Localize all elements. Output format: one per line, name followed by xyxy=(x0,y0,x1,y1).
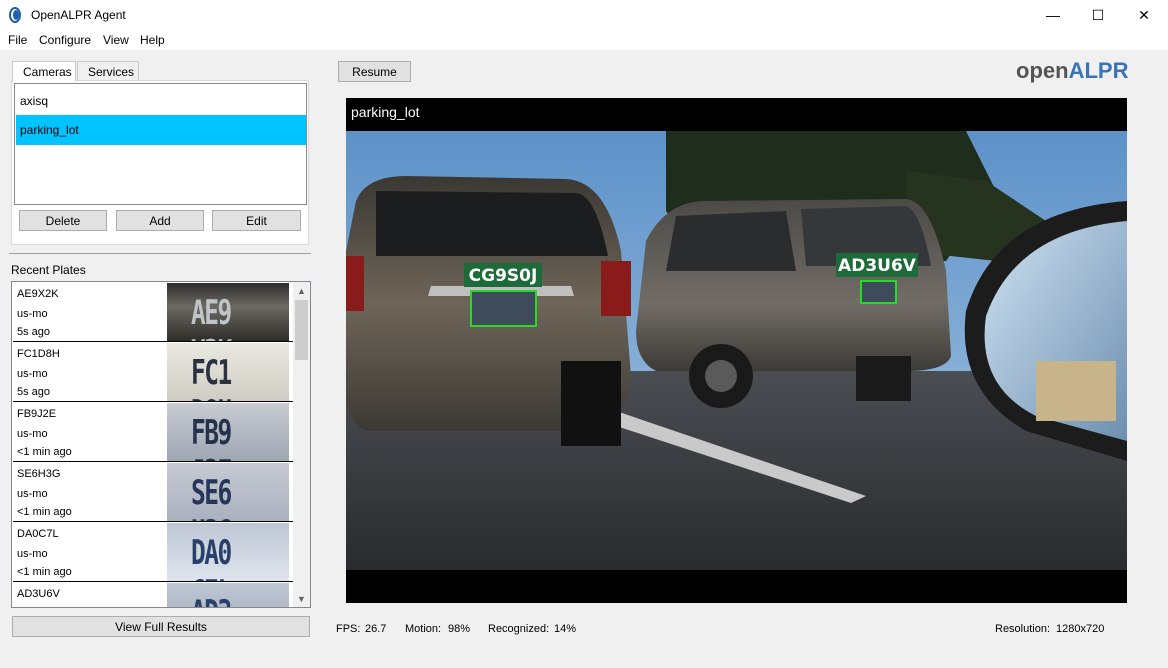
menu-help[interactable]: Help xyxy=(140,33,165,47)
list-item[interactable]: AE9X2K us-mo 5s ago AE9 X2K xyxy=(13,282,293,342)
plate-number: AD3U6V xyxy=(17,588,60,600)
resume-button[interactable]: Resume xyxy=(338,61,411,82)
plate-time: 5s ago xyxy=(17,386,51,398)
title-bar: OpenALPR Agent — ☐ ✕ xyxy=(0,0,1168,30)
plate-number: DA0C7L xyxy=(17,528,59,540)
tab-services[interactable]: Services xyxy=(77,61,139,81)
menu-file[interactable]: File xyxy=(8,33,27,47)
list-item[interactable]: DA0C7L us-mo <1 min ago DA0 C7L xyxy=(13,522,293,582)
minimize-button[interactable]: — xyxy=(1030,0,1076,30)
list-item[interactable]: AD3U6V AD3 U6V xyxy=(13,582,293,607)
window-title: OpenALPR Agent xyxy=(31,8,126,22)
plate-number: AE9X2K xyxy=(17,288,59,300)
plates-scrollbar[interactable]: ▲ ▼ xyxy=(293,282,310,607)
close-icon: ✕ xyxy=(1138,6,1150,23)
app-icon xyxy=(9,7,21,23)
detection-label-1: CG9S0J xyxy=(469,266,538,286)
plate-number: FB9J2E xyxy=(17,408,57,420)
openalpr-logo: openALPR xyxy=(1016,58,1129,83)
plate-crop-image: FC1 D8H xyxy=(167,343,289,401)
camera-name: axisq xyxy=(20,94,49,108)
plate-crop-image: FB9 J2E xyxy=(167,403,289,461)
tab-cameras[interactable]: Cameras xyxy=(12,61,76,82)
scroll-down-icon[interactable]: ▼ xyxy=(293,590,310,607)
video-camera-name: parking_lot xyxy=(351,104,420,120)
video-feed: parking_lot CG9S0J AD3U6V xyxy=(346,98,1127,603)
add-button[interactable]: Add xyxy=(116,210,204,231)
fps-label: FPS: xyxy=(336,623,361,635)
scroll-up-icon[interactable]: ▲ xyxy=(293,282,310,299)
plate-crop-image: DA0 C7L xyxy=(167,523,289,581)
view-full-results-button[interactable]: View Full Results xyxy=(12,616,310,637)
plate-crop-image: SE6 H3G xyxy=(167,463,289,521)
recognized-value: 14% xyxy=(554,623,577,635)
list-item[interactable]: SE6H3G us-mo <1 min ago SE6 H3G xyxy=(13,462,293,522)
plate-time: 5s ago xyxy=(17,326,51,338)
edit-button[interactable]: Edit xyxy=(212,210,301,231)
camera-list[interactable]: axisq parking_lot xyxy=(14,83,307,205)
recent-plates-label: Recent Plates xyxy=(11,263,86,277)
plate-crop-image: AD3 U6V xyxy=(167,583,289,607)
resolution-label: Resolution: xyxy=(995,623,1051,635)
list-item[interactable]: FC1D8H us-mo 5s ago FC1 D8H xyxy=(13,342,293,402)
camera-name: parking_lot xyxy=(20,123,79,137)
maximize-button[interactable]: ☐ xyxy=(1075,0,1121,30)
menu-configure[interactable]: Configure xyxy=(39,33,91,47)
scroll-thumb[interactable] xyxy=(295,300,308,360)
fps-value: 26.7 xyxy=(365,623,387,635)
divider xyxy=(9,253,311,254)
menu-bar: File Configure View Help xyxy=(0,30,1168,50)
plate-number: SE6H3G xyxy=(17,468,61,480)
detection-label-2: AD3U6V xyxy=(838,256,917,276)
resolution-value: 1280x720 xyxy=(1056,623,1105,635)
camera-item-axisq[interactable]: axisq xyxy=(16,86,306,116)
plate-region: us-mo xyxy=(17,428,48,440)
plate-time: <1 min ago xyxy=(17,506,72,518)
plate-region: us-mo xyxy=(17,368,48,380)
plate-number: FC1D8H xyxy=(17,348,60,360)
minimize-icon: — xyxy=(1046,7,1060,23)
delete-button[interactable]: Delete xyxy=(19,210,107,231)
list-item[interactable]: FB9J2E us-mo <1 min ago FB9 J2E xyxy=(13,402,293,462)
motion-label: Motion: xyxy=(405,623,442,635)
plate-region: us-mo xyxy=(17,548,48,560)
recent-plates-list[interactable]: AE9X2K us-mo 5s ago AE9 X2K FC1D8H us-mo… xyxy=(11,281,311,608)
maximize-icon: ☐ xyxy=(1091,6,1105,23)
motion-value: 98% xyxy=(448,623,471,635)
plate-region: us-mo xyxy=(17,308,48,320)
camera-item-parking-lot[interactable]: parking_lot xyxy=(16,115,306,145)
cameras-panel: axisq parking_lot Delete Add Edit xyxy=(11,80,309,245)
plate-region: us-mo xyxy=(17,488,48,500)
camera-frame: CG9S0J AD3U6V xyxy=(346,131,1127,570)
menu-view[interactable]: View xyxy=(103,33,129,47)
recognized-label: Recognized: xyxy=(488,623,550,635)
plate-crop-image: AE9 X2K xyxy=(167,283,289,341)
plate-time: <1 min ago xyxy=(17,566,72,578)
close-button[interactable]: ✕ xyxy=(1121,0,1167,30)
plate-time: <1 min ago xyxy=(17,446,72,458)
